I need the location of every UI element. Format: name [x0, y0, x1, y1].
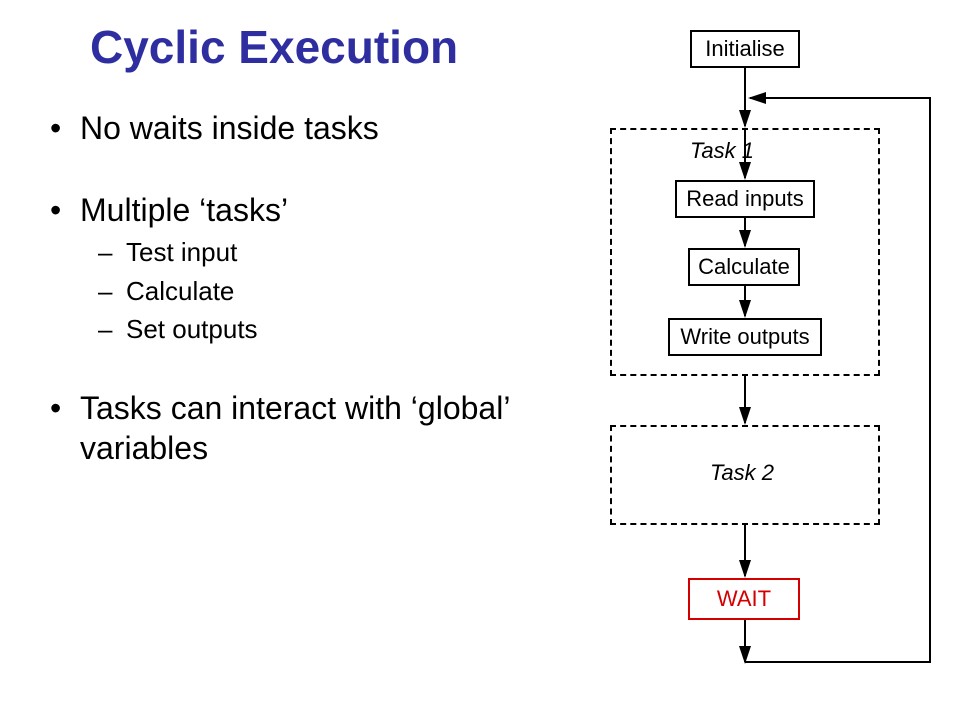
slide-title: Cyclic Execution: [90, 20, 458, 74]
subitem-text: Set outputs: [126, 314, 258, 344]
list-subitem: Test input: [80, 236, 528, 269]
list-subitem: Set outputs: [80, 313, 528, 346]
flowchart-diagram: Initialise Task 1 Read inputs Calculate …: [560, 30, 950, 710]
bullet-text: Tasks can interact with ‘global’ variabl…: [80, 390, 509, 466]
list-item: Multiple ‘tasks’ Test input Calculate Se…: [48, 190, 528, 346]
list-subitem: Calculate: [80, 275, 528, 308]
arrows-svg: [560, 30, 950, 710]
list-item: No waits inside tasks: [48, 108, 528, 148]
subitem-text: Test input: [126, 237, 237, 267]
bullet-text: Multiple ‘tasks’: [80, 192, 288, 228]
bullet-list: No waits inside tasks Multiple ‘tasks’ T…: [48, 108, 528, 510]
slide: Cyclic Execution No waits inside tasks M…: [0, 0, 960, 720]
subitem-text: Calculate: [126, 276, 234, 306]
bullet-text: No waits inside tasks: [80, 110, 379, 146]
list-item: Tasks can interact with ‘global’ variabl…: [48, 388, 528, 468]
